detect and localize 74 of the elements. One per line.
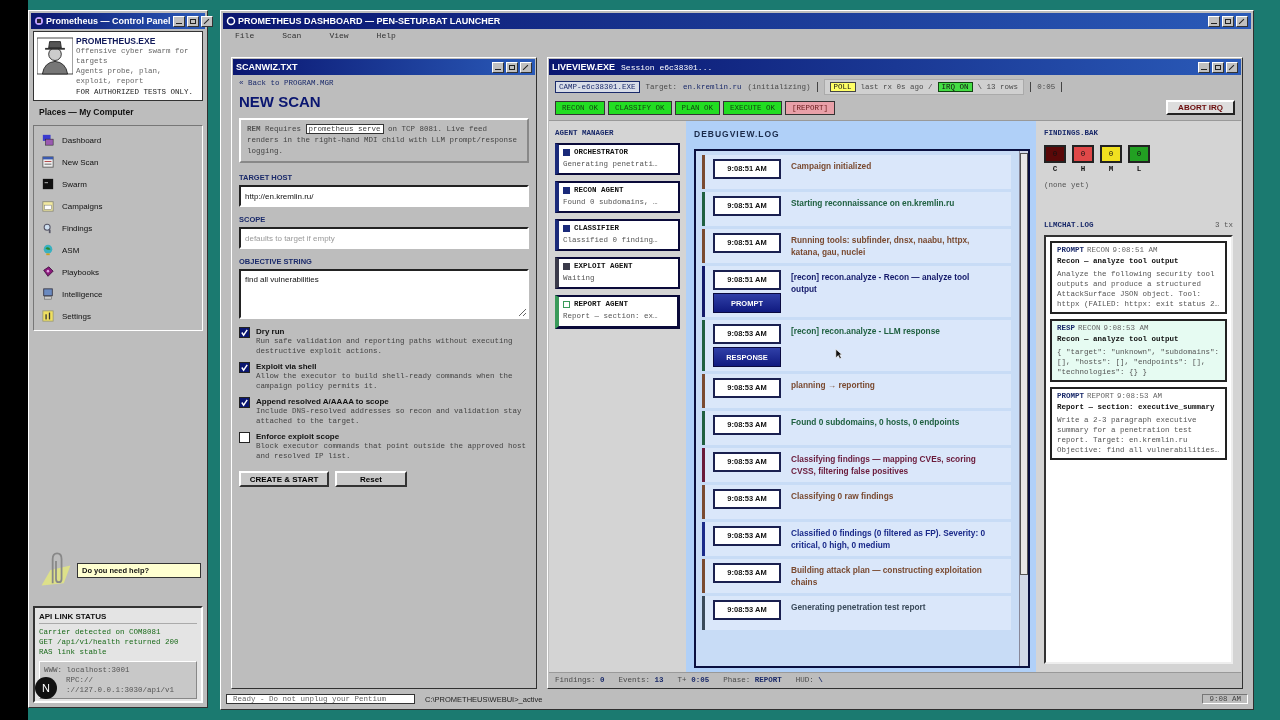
option-label: Dry run (256, 327, 286, 336)
section-title: Places — My Computer (38, 106, 135, 119)
create-button[interactable]: CREATE & START (239, 471, 329, 487)
menu-item[interactable]: Help (376, 31, 396, 43)
checkbox[interactable] (239, 362, 250, 373)
card-title: API LINK STATUS (39, 612, 197, 624)
maximize-button[interactable] (186, 15, 199, 27)
nav-item[interactable]: Dashboard (42, 132, 194, 148)
log-message: Found 0 subdomains, 0 hosts, 0 endpoints (791, 416, 961, 428)
computer-icon (42, 288, 54, 300)
option-label: Enforce exploit scope (256, 432, 341, 441)
close-button[interactable] (520, 61, 532, 73)
terminal-icon (42, 178, 54, 190)
log-message: Campaign initialized (791, 160, 873, 172)
maximize-button[interactable] (1212, 61, 1224, 73)
log-message: Starting reconnaissance on en.kremlin.ru (791, 197, 956, 209)
computer-icon (42, 134, 54, 146)
nav-item[interactable]: Findings (42, 220, 194, 236)
panel-title: DEBUGVIEW.LOG (694, 129, 781, 139)
settings-icon (42, 310, 54, 322)
log-message: Building attack plan — constructing exploitation chains (791, 564, 983, 588)
page-heading: NEW SCAN (239, 93, 322, 110)
nav-item[interactable]: Settings (42, 308, 194, 324)
window-title: SCANWIZ.TXT (236, 62, 299, 72)
reset-button[interactable]: Reset (335, 471, 407, 487)
menu-item[interactable]: Scan (282, 31, 302, 43)
objective-field[interactable]: find all vulnerabilities (239, 269, 529, 319)
minimize-button[interactable] (1208, 15, 1220, 27)
app-name: PROMETHEUS.EXE (76, 36, 157, 46)
window-title: LIVEVIEW.EXE (552, 62, 616, 72)
menu-item[interactable]: File (235, 31, 255, 43)
checkbox[interactable] (239, 432, 250, 443)
checkbox[interactable] (239, 327, 250, 338)
log-message: Classifying findings — mapping CVEs, scoring CVSS, filtering false positives (791, 453, 977, 477)
avatar-figure (37, 36, 73, 76)
window-title: Prometheus — Control Panel (46, 16, 171, 26)
dev-badge[interactable]: N (35, 677, 57, 699)
nav-item[interactable]: Playbooks (42, 264, 194, 280)
close-button[interactable] (200, 15, 213, 27)
log-message: [recon] recon.analyze - LLM response (791, 325, 941, 337)
log-message: Generating penetration test report (791, 601, 927, 613)
app-icon (34, 16, 44, 26)
log-message: planning → reporting (791, 379, 876, 391)
nav-item[interactable]: Swarm (42, 176, 194, 192)
log-message: [recon] recon.analyze - Recon — analyze tool output (791, 271, 971, 295)
nav-item[interactable]: ASM (42, 242, 194, 258)
minimize-button[interactable] (492, 61, 504, 73)
abort-button[interactable]: ABORT IRQ (1166, 100, 1235, 115)
cursor-icon (835, 348, 843, 360)
input-field[interactable]: defaults to target if empty (239, 227, 529, 249)
form-icon (42, 156, 54, 168)
log-message: Classifying 0 raw findings (791, 490, 895, 502)
globe-icon (42, 244, 54, 256)
nav-item[interactable]: Intelligence (42, 286, 194, 302)
nav-item[interactable]: New Scan (42, 154, 194, 170)
menu-item[interactable]: View (329, 31, 349, 43)
maximize-button[interactable] (1222, 15, 1234, 27)
log-message: Classified 0 findings (0 filtered as FP). Severity: 0 critical, 0 high, 0 medium (791, 527, 987, 551)
option-label: Exploit via shell (256, 362, 318, 371)
nav-item[interactable]: Campaigns (42, 198, 194, 214)
maximize-button[interactable] (506, 61, 518, 73)
option-label: Append resolved A/AAAA to scope (256, 397, 390, 406)
log-message: Running tools: subfinder, dnsx, naabu, httpx, katana, gau, nuclei (791, 234, 971, 258)
close-button[interactable] (1226, 61, 1238, 73)
minimize-button[interactable] (1198, 61, 1210, 73)
window-title: PROMETHEUS DASHBOARD — PEN-SETUP.BAT LAUNCHER (238, 16, 502, 26)
checkbox[interactable] (239, 397, 250, 408)
magnifier-icon (42, 222, 54, 234)
close-button[interactable] (1236, 15, 1248, 27)
scrollbar[interactable] (1019, 151, 1028, 666)
input-field[interactable]: http://en.kremlin.ru/ (239, 185, 529, 207)
calendar-icon (42, 200, 54, 212)
minimize-button[interactable] (172, 15, 185, 27)
session-label: Session e6c38301... (621, 62, 714, 72)
